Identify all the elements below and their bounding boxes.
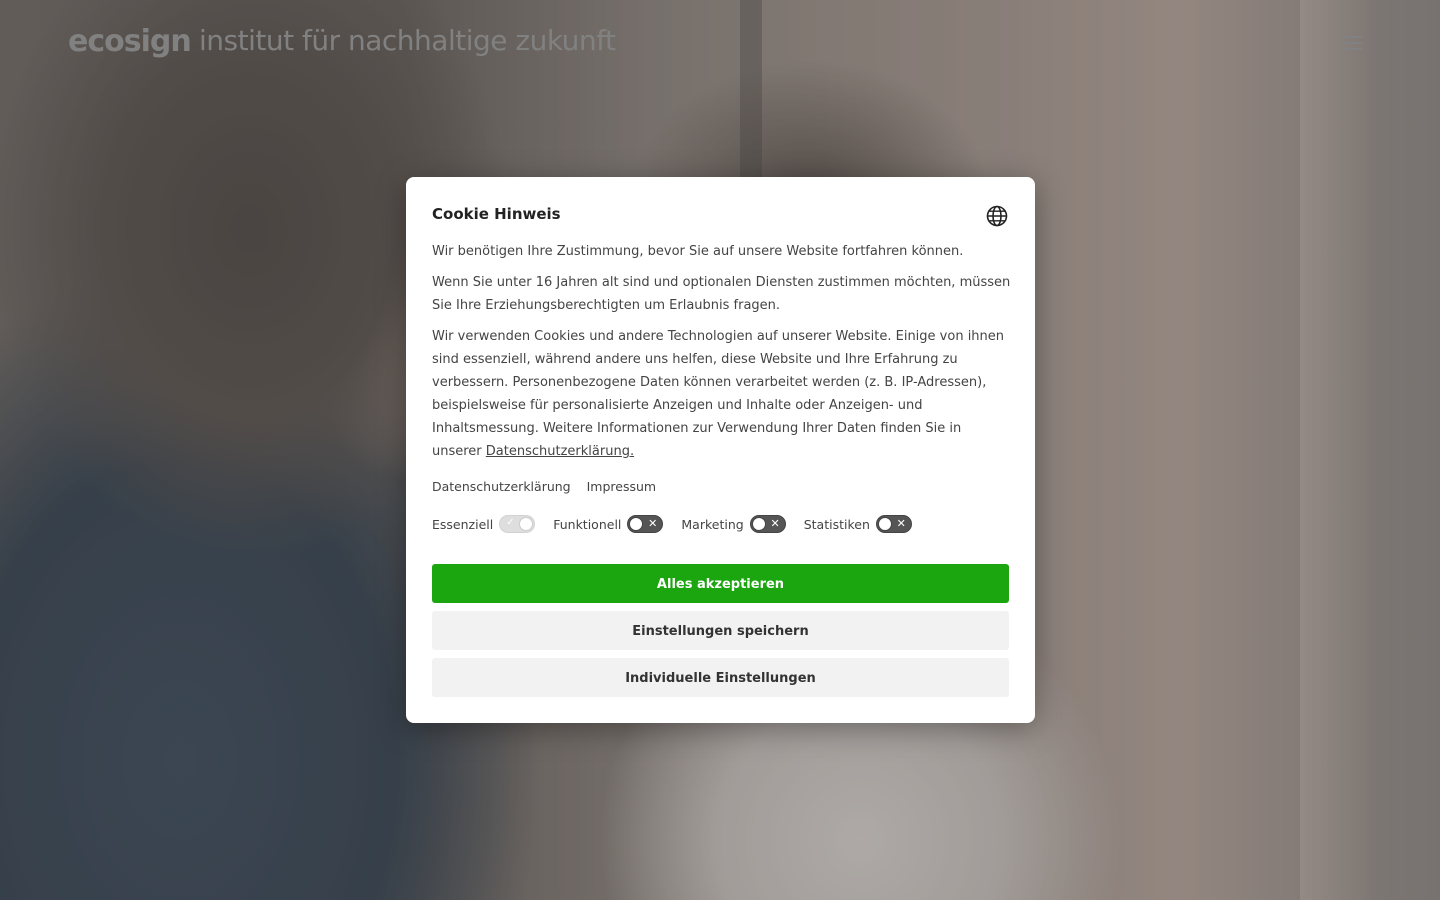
toggle-label: Funktionell — [553, 516, 622, 532]
cookie-dialog: Cookie Hinweis Wir benötigen Ihre Zustim… — [406, 177, 1035, 723]
toggle-knob — [751, 517, 766, 531]
page: ecosign institut für nachhaltige zukunft… — [0, 0, 1440, 900]
toggle-knob — [629, 517, 644, 531]
imprint-link[interactable]: Impressum — [587, 479, 656, 494]
close-icon: ✕ — [648, 517, 658, 530]
toggle-switch-marketing[interactable]: ✕ — [749, 515, 786, 533]
close-icon: ✕ — [896, 517, 906, 530]
dialog-title: Cookie Hinweis — [432, 205, 561, 223]
save-settings-button[interactable]: Einstellungen speichern — [432, 611, 1009, 650]
toggle-switch-funktionell[interactable]: ✕ — [627, 515, 664, 533]
toggle-switch-essenziell[interactable]: ✓ — [499, 515, 536, 533]
toggle-knob — [877, 517, 892, 531]
toggle-essenziell: Essenziell ✓ — [432, 515, 536, 533]
toggle-label: Essenziell — [432, 516, 494, 532]
close-icon: ✕ — [770, 517, 780, 530]
privacy-link[interactable]: Datenschutzerklärung — [432, 479, 571, 494]
accept-all-button[interactable]: Alles akzeptieren — [432, 564, 1009, 603]
age-paragraph: Wenn Sie unter 16 Jahren alt sind und op… — [432, 275, 1011, 313]
privacy-inline-link[interactable]: Datenschutzerklärung. — [486, 444, 634, 459]
cookies-paragraph: Wir verwenden Cookies und andere Technol… — [432, 325, 1012, 463]
checkmark-icon: ✓ — [506, 517, 515, 528]
toggle-statistiken: Statistiken ✕ — [804, 515, 912, 533]
toggle-label: Statistiken — [803, 516, 870, 532]
footer-links: Datenschutzerklärung Impressum — [432, 479, 668, 494]
cookies-paragraph-text: Wir verwenden Cookies und andere Technol… — [432, 329, 1005, 459]
toggle-funktionell: Funktionell ✕ — [553, 515, 664, 533]
toggle-switch-statistiken[interactable]: ✕ — [875, 515, 912, 533]
consent-toggles: Essenziell ✓ Funktionell ✕ Marketing ✕ S… — [432, 515, 930, 533]
globe-icon-svg — [986, 205, 1008, 227]
dialog-body: Wir benötigen Ihre Zustimmung, bevor Sie… — [432, 240, 1012, 471]
toggle-knob — [519, 517, 534, 531]
toggle-label: Marketing — [681, 516, 744, 532]
toggle-marketing: Marketing ✕ — [681, 515, 786, 533]
consent-paragraph: Wir benötigen Ihre Zustimmung, bevor Sie… — [432, 244, 964, 259]
globe-icon[interactable] — [986, 205, 1008, 227]
individual-settings-button[interactable]: Individuelle Einstellungen — [432, 658, 1009, 697]
